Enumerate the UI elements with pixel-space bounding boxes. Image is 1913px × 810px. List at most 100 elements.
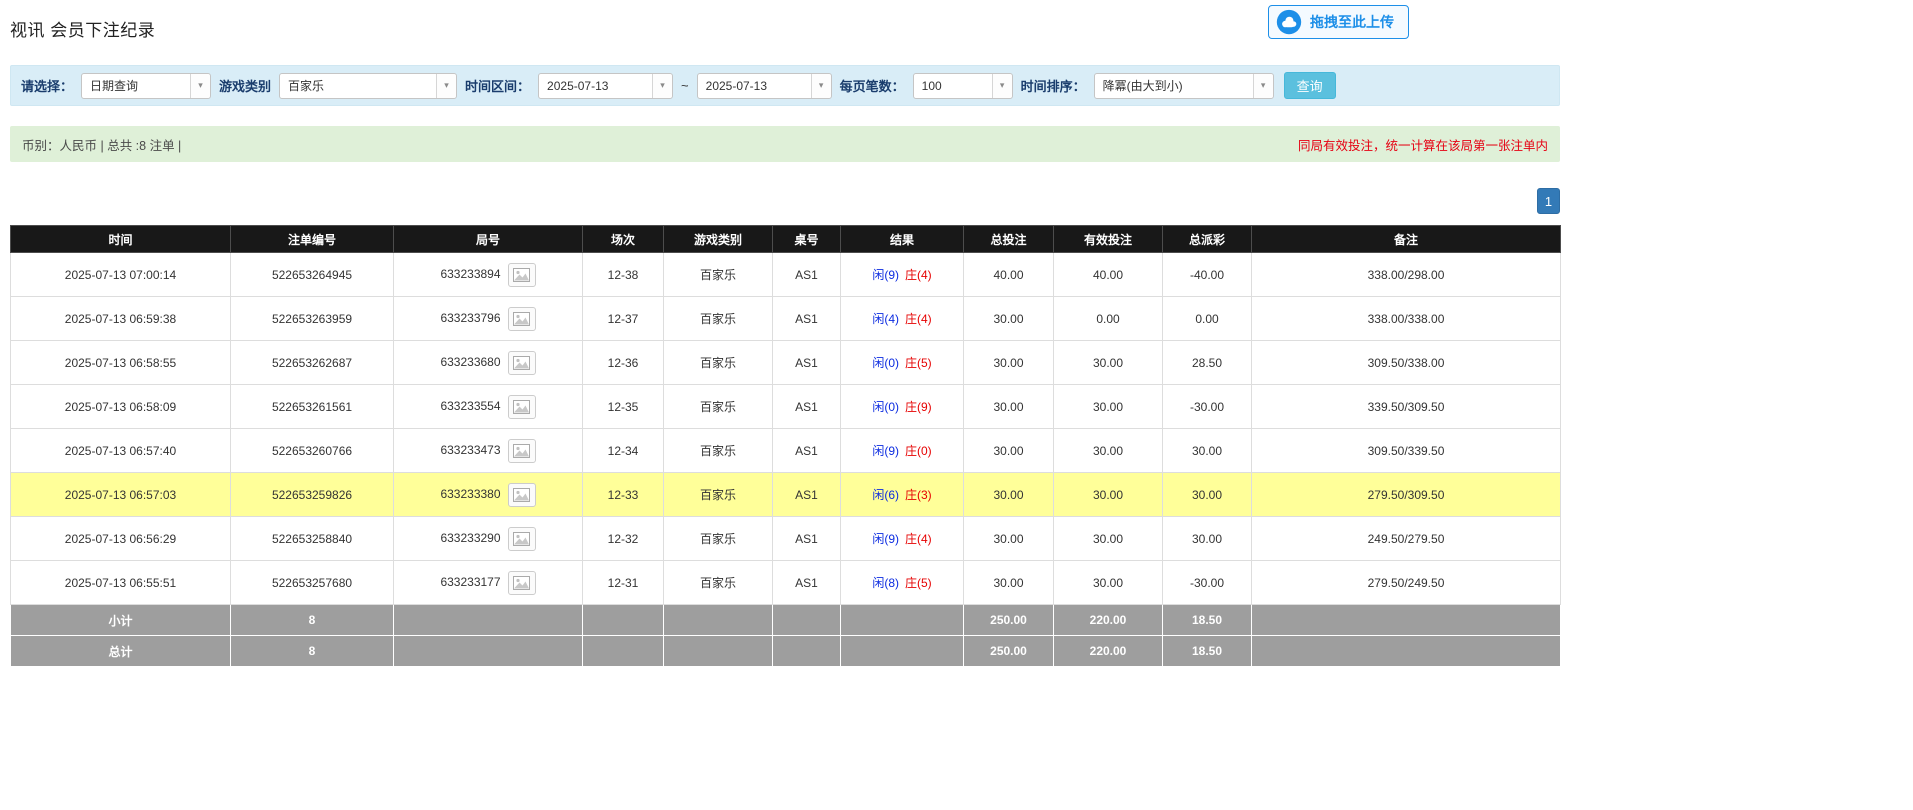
cell-total-bet-link[interactable]: 40.00 xyxy=(964,253,1054,297)
summary-total-payout: 18.50 xyxy=(1163,605,1252,636)
subtotal-row: 小计8250.00220.0018.50 xyxy=(11,605,1561,636)
round-id-text: 633233680 xyxy=(440,355,500,369)
date-from-value: 2025-07-13 xyxy=(539,74,652,98)
column-header: 场次 xyxy=(583,226,664,253)
cell-bet-id: 522653263959 xyxy=(231,297,394,341)
cell-session: 12-36 xyxy=(583,341,664,385)
summary-empty-cell xyxy=(841,636,964,667)
cell-total-bet-link[interactable]: 30.00 xyxy=(964,297,1054,341)
summary-empty-cell xyxy=(841,605,964,636)
summary-label: 总计 xyxy=(11,636,231,667)
cell-session: 12-31 xyxy=(583,561,664,605)
cell-note: 309.50/338.00 xyxy=(1252,341,1561,385)
cell-game-type: 百家乐 xyxy=(664,253,773,297)
cell-note: 249.50/279.50 xyxy=(1252,517,1561,561)
cell-round-id: 633233380 xyxy=(394,473,583,517)
chevron-down-icon: ▾ xyxy=(992,74,1012,98)
chevron-down-icon: ▾ xyxy=(190,74,210,98)
view-result-image-button[interactable] xyxy=(508,439,536,463)
cloud-upload-icon xyxy=(1276,9,1302,35)
cell-valid-bet: 30.00 xyxy=(1054,517,1163,561)
result-player: 闲(9) xyxy=(872,268,899,282)
cell-total-bet-link[interactable]: 30.00 xyxy=(964,341,1054,385)
table-row[interactable]: 2025-07-13 06:58:55522653262687633233680… xyxy=(11,341,1561,385)
cell-total-bet-link[interactable]: 30.00 xyxy=(964,473,1054,517)
chevron-down-icon: ▾ xyxy=(1253,74,1273,98)
game-type-value: 百家乐 xyxy=(280,74,436,98)
table-row[interactable]: 2025-07-13 06:59:38522653263959 633233796… xyxy=(11,297,1561,341)
sort-order-label: 时间排序： xyxy=(1021,76,1086,95)
cell-time: 2025-07-13 06:59:38 xyxy=(11,297,231,341)
cell-time: 2025-07-13 06:55:51 xyxy=(11,561,231,605)
page-size-select[interactable]: 100 ▾ xyxy=(913,73,1013,99)
cell-total-bet-link[interactable]: 30.00 xyxy=(964,429,1054,473)
column-header: 时间 xyxy=(11,226,231,253)
upload-dropzone[interactable]: 拖拽至此上传 xyxy=(1268,5,1409,39)
page-size-label: 每页笔数： xyxy=(840,76,905,95)
table-row[interactable]: 2025-07-13 06:57:40522653260766633233473… xyxy=(11,429,1561,473)
cell-result: 闲(4)庄(4) xyxy=(841,297,964,341)
chevron-down-icon: ▾ xyxy=(436,74,456,98)
query-type-select[interactable]: 日期查询 ▾ xyxy=(81,73,211,99)
summary-empty-cell xyxy=(1252,605,1561,636)
cell-valid-bet: 30.00 xyxy=(1054,561,1163,605)
view-result-image-button[interactable] xyxy=(508,527,536,551)
cell-result: 闲(9)庄(4) xyxy=(841,253,964,297)
date-to-select[interactable]: 2025-07-13 ▾ xyxy=(697,73,832,99)
image-icon xyxy=(513,488,530,502)
cell-time: 2025-07-13 06:58:09 xyxy=(11,385,231,429)
game-type-select[interactable]: 百家乐 ▾ xyxy=(279,73,457,99)
date-to-value: 2025-07-13 xyxy=(698,74,811,98)
sort-order-select[interactable]: 降冪(由大到小) ▾ xyxy=(1094,73,1274,99)
cell-session: 12-38 xyxy=(583,253,664,297)
cell-payout: -30.00 xyxy=(1163,385,1252,429)
search-button[interactable]: 查询 xyxy=(1284,72,1336,99)
result-banker: 庄(5) xyxy=(905,356,932,370)
table-row[interactable]: 2025-07-13 06:55:51522653257680633233177… xyxy=(11,561,1561,605)
view-result-image-button[interactable] xyxy=(508,395,536,419)
cell-valid-bet: 30.00 xyxy=(1054,341,1163,385)
filter-bar: 请选择： 日期查询 ▾ 游戏类别 百家乐 ▾ 时间区间： 2025-07-13 … xyxy=(10,65,1560,106)
table-row[interactable]: 2025-07-13 06:56:29522653258840633233290… xyxy=(11,517,1561,561)
result-player: 闲(9) xyxy=(872,532,899,546)
chevron-down-icon: ▾ xyxy=(652,74,672,98)
summary-empty-cell xyxy=(664,605,773,636)
pagination-page-1-button[interactable]: 1 xyxy=(1537,188,1560,214)
image-icon xyxy=(513,444,530,458)
cell-total-bet-link[interactable]: 30.00 xyxy=(964,517,1054,561)
table-row[interactable]: 2025-07-13 06:58:09522653261561633233554… xyxy=(11,385,1561,429)
cell-bet-id: 522653264945 xyxy=(231,253,394,297)
summary-empty-cell xyxy=(1252,636,1561,667)
cell-total-bet-link[interactable]: 30.00 xyxy=(964,385,1054,429)
view-result-image-button[interactable] xyxy=(508,571,536,595)
cell-game-type: 百家乐 xyxy=(664,429,773,473)
summary-label: 小计 xyxy=(11,605,231,636)
view-result-image-button[interactable] xyxy=(508,263,536,287)
round-id-text: 633233290 xyxy=(440,531,500,545)
cell-table-no: AS1 xyxy=(773,429,841,473)
summary-total-payout: 18.50 xyxy=(1163,636,1252,667)
result-player: 闲(6) xyxy=(872,488,899,502)
round-id-text: 633233796 xyxy=(440,311,500,325)
table-row[interactable]: 2025-07-13 07:00:14522653264945633233894… xyxy=(11,253,1561,297)
image-icon xyxy=(513,400,530,414)
result-player: 闲(0) xyxy=(872,356,899,370)
summary-empty-cell xyxy=(583,605,664,636)
result-player: 闲(9) xyxy=(872,444,899,458)
cell-result: 闲(8)庄(5) xyxy=(841,561,964,605)
summary-empty-cell xyxy=(394,605,583,636)
view-result-image-button[interactable] xyxy=(508,307,536,331)
cell-table-no: AS1 xyxy=(773,561,841,605)
column-header: 局号 xyxy=(394,226,583,253)
view-result-image-button[interactable] xyxy=(508,351,536,375)
cell-total-bet-link[interactable]: 30.00 xyxy=(964,561,1054,605)
column-header: 结果 xyxy=(841,226,964,253)
summary-empty-cell xyxy=(773,605,841,636)
table-row[interactable]: 2025-07-13 06:57:03522653259826633233380… xyxy=(11,473,1561,517)
date-from-select[interactable]: 2025-07-13 ▾ xyxy=(538,73,673,99)
view-result-image-button[interactable] xyxy=(508,483,536,507)
cell-round-id: 633233680 xyxy=(394,341,583,385)
cell-session: 12-34 xyxy=(583,429,664,473)
result-player: 闲(4) xyxy=(872,312,899,326)
cell-session: 12-33 xyxy=(583,473,664,517)
